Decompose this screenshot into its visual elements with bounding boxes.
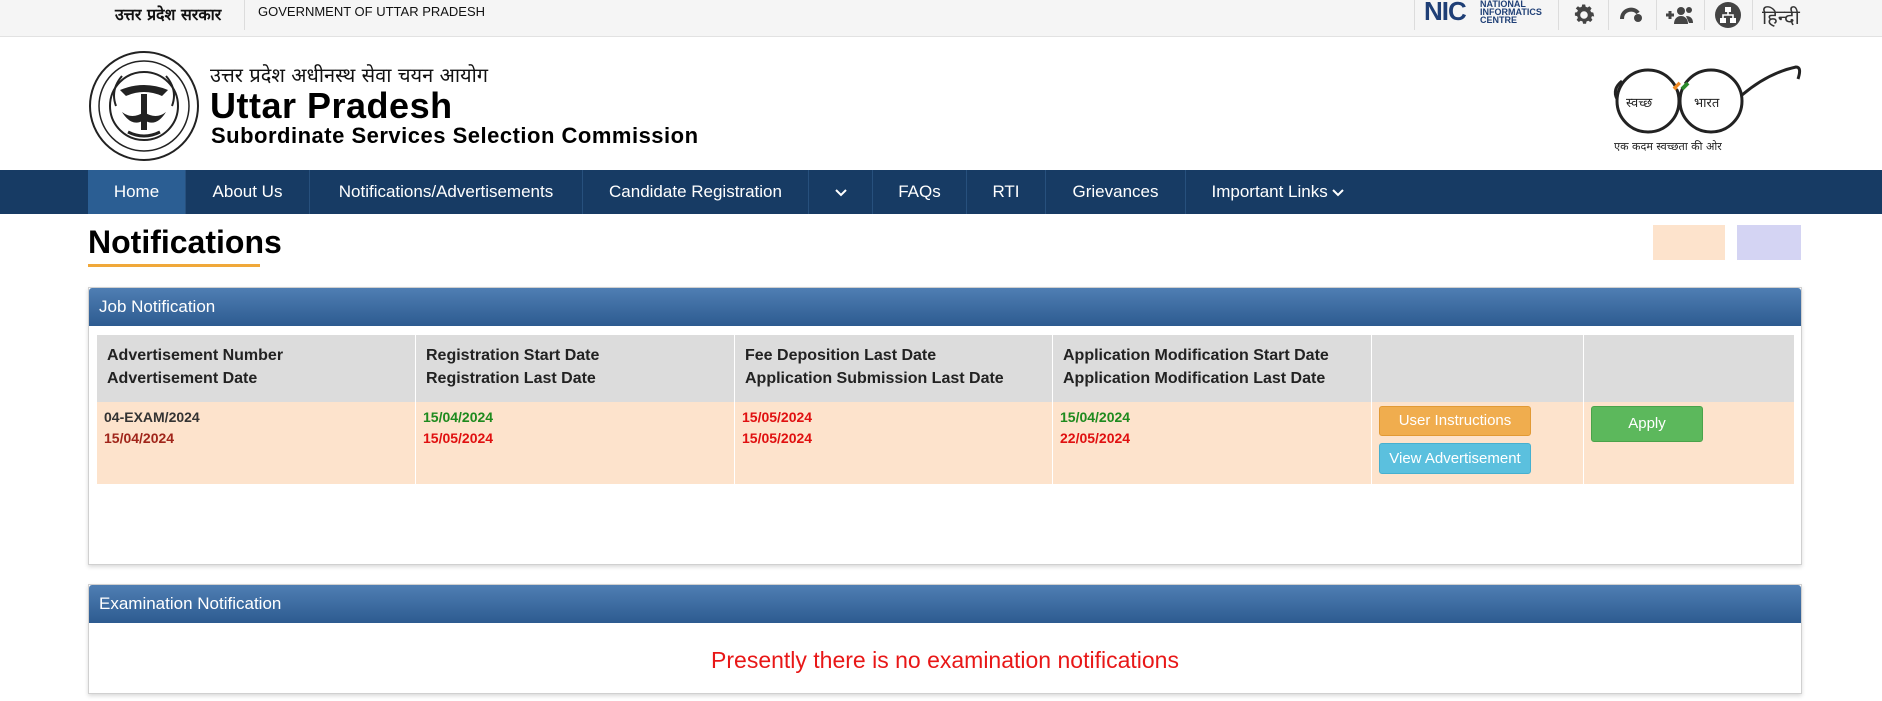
column-header: Application Submission Last Date — [745, 370, 1004, 387]
column-header: Registration Start Date — [426, 347, 600, 364]
main-navigation: Home About Us Notifications/Advertisemen… — [0, 170, 1882, 214]
column-header: Application Modification Last Date — [1063, 370, 1326, 387]
nic-line-3: CENTRE — [1480, 15, 1518, 25]
table-cell: 04-EXAM/2024 15/04/2024 — [97, 402, 416, 484]
color-theme-lilac[interactable] — [1737, 225, 1801, 260]
registration-start-date: 15/04/2024 — [423, 409, 494, 425]
swachh-bharat-logo: स्वच्छ भारत एक कदम स्वच्छता की ओर — [1608, 59, 1802, 159]
table-header-cell — [1372, 335, 1584, 402]
table-header-cell: Registration Start Date Registration Las… — [416, 335, 735, 402]
examination-notification-panel: Examination Notification Presently there… — [88, 584, 1802, 694]
advertisement-number: 04-EXAM/2024 — [104, 409, 200, 425]
table-row: 04-EXAM/2024 15/04/2024 15/04/2024 15/05… — [97, 402, 1794, 484]
color-theme-peach[interactable] — [1653, 225, 1725, 260]
table-header-cell — [1584, 335, 1794, 402]
top-divider — [1414, 0, 1415, 30]
examination-notification-heading: Examination Notification — [89, 585, 1801, 623]
nav-home[interactable]: Home — [88, 170, 186, 214]
nav-about-us[interactable]: About Us — [186, 170, 310, 214]
table-header-cell: Fee Deposition Last Date Application Sub… — [735, 335, 1053, 402]
table-header-row: Advertisement Number Advertisement Date … — [97, 335, 1794, 402]
nav-rti[interactable]: RTI — [967, 170, 1046, 214]
nav-important-links-label: Important Links — [1211, 182, 1328, 201]
add-user-icon[interactable] — [1660, 0, 1700, 30]
nav-faqs[interactable]: FAQs — [873, 170, 967, 214]
table-cell: 15/05/2024 15/05/2024 — [735, 402, 1053, 484]
chevron-down-icon — [834, 188, 847, 196]
table-header-cell: Application Modification Start Date Appl… — [1053, 335, 1372, 402]
job-notification-panel: Job Notification Advertisement Number Ad… — [88, 287, 1802, 565]
page-title: Notifications — [88, 224, 282, 260]
swachh-tagline: एक कदम स्वच्छता की ओर — [1614, 140, 1722, 153]
nav-registration-dropdown[interactable] — [809, 170, 873, 214]
hindi-language-link[interactable]: हिन्दी — [1762, 3, 1800, 30]
user-instructions-button[interactable]: User Instructions — [1379, 406, 1531, 436]
nav-notifications[interactable]: Notifications/Advertisements — [310, 170, 583, 214]
table-cell: User Instructions View Advertisement — [1372, 402, 1584, 484]
nav-grievances[interactable]: Grievances — [1046, 170, 1186, 214]
site-header: उत्तर प्रदेश अधीनस्थ सेवा चयन आयोग Uttar… — [0, 37, 1882, 170]
top-divider — [244, 0, 245, 30]
apply-button[interactable]: Apply — [1591, 406, 1703, 442]
bharat-word: भारत — [1694, 96, 1720, 111]
chevron-down-icon — [1332, 188, 1345, 196]
government-name-hindi: उत्तर प्रदेश सरकार — [115, 5, 222, 24]
fee-deposition-last-date: 15/05/2024 — [742, 409, 813, 425]
table-cell: Apply — [1584, 402, 1794, 484]
screen-reader-icon[interactable] — [1612, 0, 1652, 30]
commission-name-hindi: उत्तर प्रदेश अधीनस्थ सेवा चयन आयोग — [210, 63, 489, 87]
commission-subtitle: Subordinate Services Selection Commissio… — [211, 123, 699, 148]
top-divider — [1752, 0, 1753, 30]
modification-start-date: 15/04/2024 — [1060, 409, 1131, 425]
column-header: Registration Last Date — [426, 370, 596, 387]
table-cell: 15/04/2024 22/05/2024 — [1053, 402, 1372, 484]
nic-logo[interactable]: NIC NATIONAL INFORMATICS CENTRE — [1420, 0, 1550, 28]
top-divider — [1656, 0, 1657, 30]
column-header: Fee Deposition Last Date — [745, 347, 937, 364]
advertisement-date: 15/04/2024 — [104, 430, 175, 446]
table-header-cell: Advertisement Number Advertisement Date — [97, 335, 416, 402]
top-divider — [1608, 0, 1609, 30]
top-divider — [1704, 0, 1705, 30]
no-examination-message: Presently there is no examination notifi… — [711, 647, 1179, 673]
nav-important-links[interactable]: Important Links — [1186, 170, 1370, 214]
sitemap-icon[interactable] — [1708, 0, 1748, 30]
column-header: Advertisement Number — [107, 347, 284, 364]
column-header: Application Modification Start Date — [1063, 347, 1329, 364]
view-advertisement-button[interactable]: View Advertisement — [1379, 443, 1531, 474]
application-submission-last-date: 15/05/2024 — [742, 430, 813, 446]
title-underline — [88, 264, 260, 267]
nic-mark: NIC — [1424, 0, 1467, 26]
table-cell: 15/04/2024 15/05/2024 — [416, 402, 735, 484]
top-bar: उत्तर प्रदेश सरकार GOVERNMENT OF UTTAR P… — [0, 0, 1882, 37]
column-header: Advertisement Date — [107, 370, 258, 387]
swachh-word: स्वच्छ — [1626, 96, 1653, 111]
nic-text: NATIONAL INFORMATICS CENTRE — [1480, 0, 1542, 25]
nav-candidate-registration[interactable]: Candidate Registration — [583, 170, 809, 214]
registration-last-date: 15/05/2024 — [423, 430, 494, 446]
up-emblem-logo[interactable] — [88, 50, 200, 162]
modification-last-date: 22/05/2024 — [1060, 430, 1131, 446]
commission-title: Uttar Pradesh — [210, 85, 453, 126]
gear-icon[interactable] — [1564, 0, 1604, 30]
government-name-english: GOVERNMENT OF UTTAR PRADESH — [258, 4, 486, 19]
job-notification-heading: Job Notification — [89, 288, 1801, 326]
top-divider — [1558, 0, 1559, 30]
